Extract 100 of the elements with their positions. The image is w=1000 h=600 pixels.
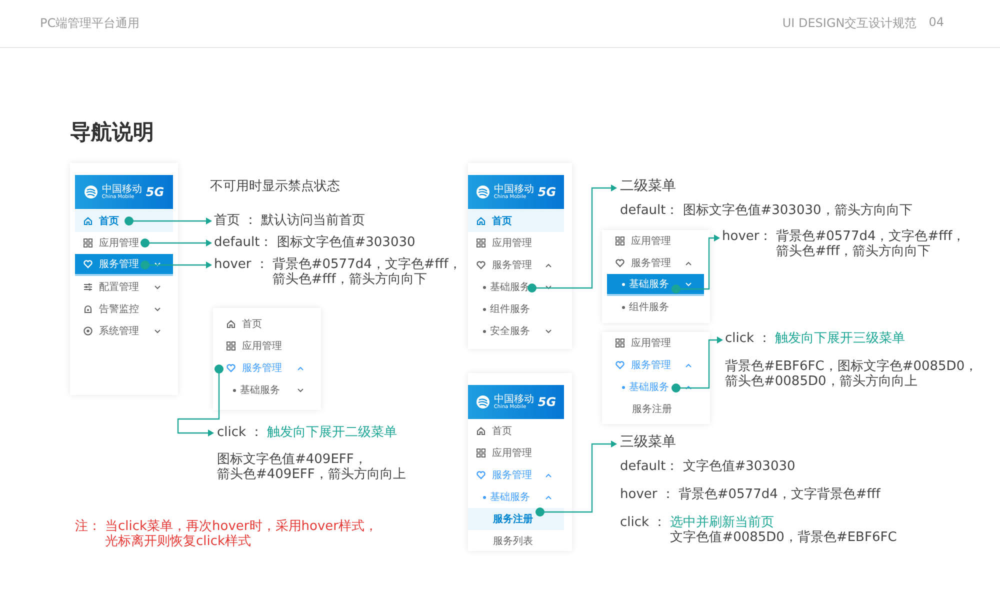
menu-item[interactable]: 应用管理 — [75, 232, 173, 254]
grid-icon — [476, 448, 486, 458]
home-icon — [83, 216, 93, 226]
menu-item[interactable]: 首页 — [468, 210, 564, 232]
warning-text: 光标离开则恢复click样式 — [105, 534, 252, 549]
chevron-down-icon — [154, 284, 161, 290]
spec-text: 触发向下展开三级菜单 — [775, 331, 906, 346]
menu-item[interactable]: 首页 — [218, 313, 316, 335]
logo-icon — [476, 185, 490, 199]
state-label: hover ： — [620, 487, 674, 502]
grid-icon — [615, 338, 625, 348]
grid-icon — [83, 238, 93, 248]
menu-item[interactable]: 应用管理 — [468, 232, 564, 254]
chevron-up-icon — [545, 262, 552, 268]
menu-item[interactable]: 基础服务 — [218, 379, 316, 401]
state-label: hover ： — [214, 257, 268, 272]
spec-text: 文字色值#303030 — [682, 459, 796, 474]
menu-item[interactable]: 应用管理 — [607, 230, 704, 252]
menu-item[interactable]: 服务管理 — [468, 254, 564, 276]
menu-item[interactable]: 首页 — [75, 210, 173, 232]
state-label: click ： — [620, 515, 666, 530]
menu-item[interactable]: 组件服务 — [607, 296, 704, 318]
spec-text: 背景色#0577d4，文字色#fff， — [272, 257, 462, 272]
menu-item[interactable]: 告警监控 — [75, 298, 173, 320]
menu-item[interactable]: 应用管理 — [218, 335, 316, 357]
grid-icon — [615, 236, 625, 246]
menu-item[interactable]: 基础服务 — [607, 274, 704, 296]
spec-text: 箭头色#409EFF，箭头方向向上 — [217, 467, 406, 482]
menu-item[interactable]: 服务管理 — [607, 252, 704, 274]
bullet-icon — [622, 282, 625, 286]
page-title: 导航说明 — [70, 119, 155, 146]
spec-text: 箭头色#fff，箭头方向向下 — [272, 272, 428, 287]
spec-text: 触发向下展开二级菜单 — [267, 425, 398, 440]
menu-item[interactable]: 服务注册 — [607, 398, 704, 420]
bullet-icon — [483, 286, 486, 288]
chevron-down-icon — [545, 328, 552, 334]
chevron-up-icon — [685, 384, 692, 390]
brand-name: 中国移动 — [102, 184, 142, 194]
menu-item[interactable]: 首页 — [468, 420, 564, 442]
brand-label: 5G — [538, 185, 556, 199]
document-title: PC端管理平台通用 — [40, 15, 140, 32]
note-label: 注： — [75, 519, 101, 534]
section-heading: 二级菜单 — [620, 179, 676, 194]
gear-icon — [83, 326, 93, 336]
menu-item[interactable]: 服务列表 — [468, 530, 564, 552]
page-number: 04 — [928, 15, 944, 31]
logo-icon — [84, 185, 98, 199]
state-label: default： — [214, 235, 273, 250]
menu-item[interactable]: 系统管理 — [75, 320, 173, 342]
heart-icon — [476, 470, 486, 480]
menu-item[interactable]: 配置管理 — [75, 276, 173, 298]
spec-text: 图标文字色值#409EFF， — [217, 452, 368, 467]
document-subtitle: UI DESIGN交互设计规范 — [782, 15, 917, 32]
menu-item[interactable]: 服务管理 — [75, 254, 173, 276]
chevron-up-icon — [545, 494, 552, 500]
spec-text: 文字色值#0085D0，背景色#EBF6FC — [670, 530, 897, 545]
heart-icon — [615, 258, 625, 268]
chevron-down-icon — [154, 306, 161, 312]
spec-text: 选中并刷新当前页 — [670, 515, 776, 530]
menu-item[interactable]: 应用管理 — [468, 442, 564, 464]
alarm-icon — [83, 304, 93, 314]
grid-icon — [476, 238, 486, 248]
chevron-down-icon — [545, 284, 552, 290]
menu-item[interactable]: 安全服务 — [468, 320, 564, 342]
brand-label: 5G — [146, 185, 164, 199]
spec-text: 不可用时显示禁点状态 — [210, 179, 340, 194]
chevron-down-icon — [154, 262, 161, 266]
spec-text: 背景色#0577d4，文字背景色#fff — [678, 487, 880, 502]
state-label: click ： — [725, 331, 772, 346]
state-label: click ： — [217, 425, 264, 440]
leader-line — [672, 234, 720, 294]
spec-text: 图标文字色值#303030 — [276, 235, 416, 250]
leader-line — [672, 336, 723, 392]
brand-name: 中国移动 — [494, 394, 534, 404]
chevron-up-icon — [685, 362, 692, 368]
brand-label: 5G — [538, 395, 556, 409]
spec-text: 背景色#EBF6FC，图标文字色#0085D0， — [725, 359, 978, 374]
home-icon — [476, 426, 486, 436]
section-heading: 三级菜单 — [620, 435, 676, 450]
menu-item[interactable]: 服务注册 — [468, 508, 564, 530]
heart-icon — [615, 360, 625, 370]
home-icon — [476, 216, 486, 226]
bullet-icon — [233, 388, 236, 392]
menu-item[interactable]: 应用管理 — [607, 332, 704, 354]
chevron-up-icon — [545, 472, 552, 478]
bullet-icon — [483, 308, 486, 310]
heart-icon — [226, 363, 236, 373]
state-label: default： — [620, 203, 679, 218]
chevron-down-icon — [154, 328, 161, 334]
heart-icon — [83, 259, 93, 269]
chevron-down-icon — [685, 282, 692, 286]
menu-item[interactable]: 组件服务 — [468, 298, 564, 320]
bullet-icon — [483, 330, 486, 332]
chevron-down-icon — [297, 388, 304, 392]
bullet-icon — [483, 496, 486, 498]
logo-icon — [476, 395, 490, 409]
warning-text: 当click菜单，再次hover时，采用hover样式， — [105, 519, 378, 534]
spec-text: 背景色#0577d4，文字色#fff， — [776, 229, 966, 244]
sliders-icon — [83, 282, 93, 292]
spec-text: 图标文字色值#303030，箭头方向向下 — [682, 203, 912, 218]
